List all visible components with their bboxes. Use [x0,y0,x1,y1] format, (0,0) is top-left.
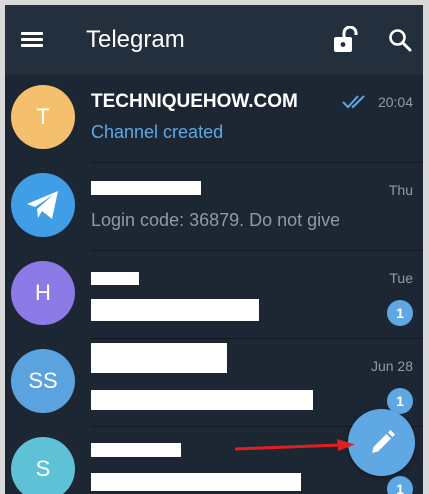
app-title: Telegram [86,26,185,53]
chat-row-ss[interactable]: SS Jun 28 1 [5,339,423,427]
chat-row-techniquehow[interactable]: T TECHNIQUEHOW.COM 20:04 Channel created [5,75,423,163]
pencil-icon [371,429,395,453]
chat-row-telegram[interactable]: Thu Login code: 36879. Do not give thi… [5,163,423,251]
unread-badge: 1 [387,300,413,326]
chat-time: Thu [388,182,413,198]
lock-icon[interactable] [332,26,358,54]
avatar [11,173,75,237]
chat-time: 20:04 [377,94,413,110]
compose-button[interactable] [348,409,415,476]
chat-row-h[interactable]: H Tue 1 [5,251,423,339]
app-bar: Telegram [5,5,423,75]
chat-message: Login code: 36879. Do not give thi… [91,210,339,230]
telegram-window: Telegram T TECHNIQUEHOW.COM 20:04 Channe… [5,5,423,494]
annotation-arrow [234,439,355,451]
chat-message: Channel created [91,122,224,142]
chat-name: TECHNIQUEHOW.COM [91,91,298,112]
redacted-name [91,443,181,457]
redacted-name [91,181,201,195]
telegram-plane-icon [27,191,58,219]
avatar: H [11,261,75,325]
avatar: S [11,437,75,494]
chat-time: Jun 28 [370,358,413,374]
redacted-message [91,299,259,321]
double-check-icon [342,95,365,109]
menu-icon[interactable] [21,32,43,48]
redacted-name [91,343,227,373]
chat-time: Tue [389,270,413,286]
redacted-message [91,473,301,491]
avatar: SS [11,349,75,413]
unread-badge: 1 [387,476,413,494]
search-icon[interactable] [388,28,412,52]
redacted-name [91,272,139,285]
redacted-message [91,390,313,410]
avatar: T [11,85,75,149]
